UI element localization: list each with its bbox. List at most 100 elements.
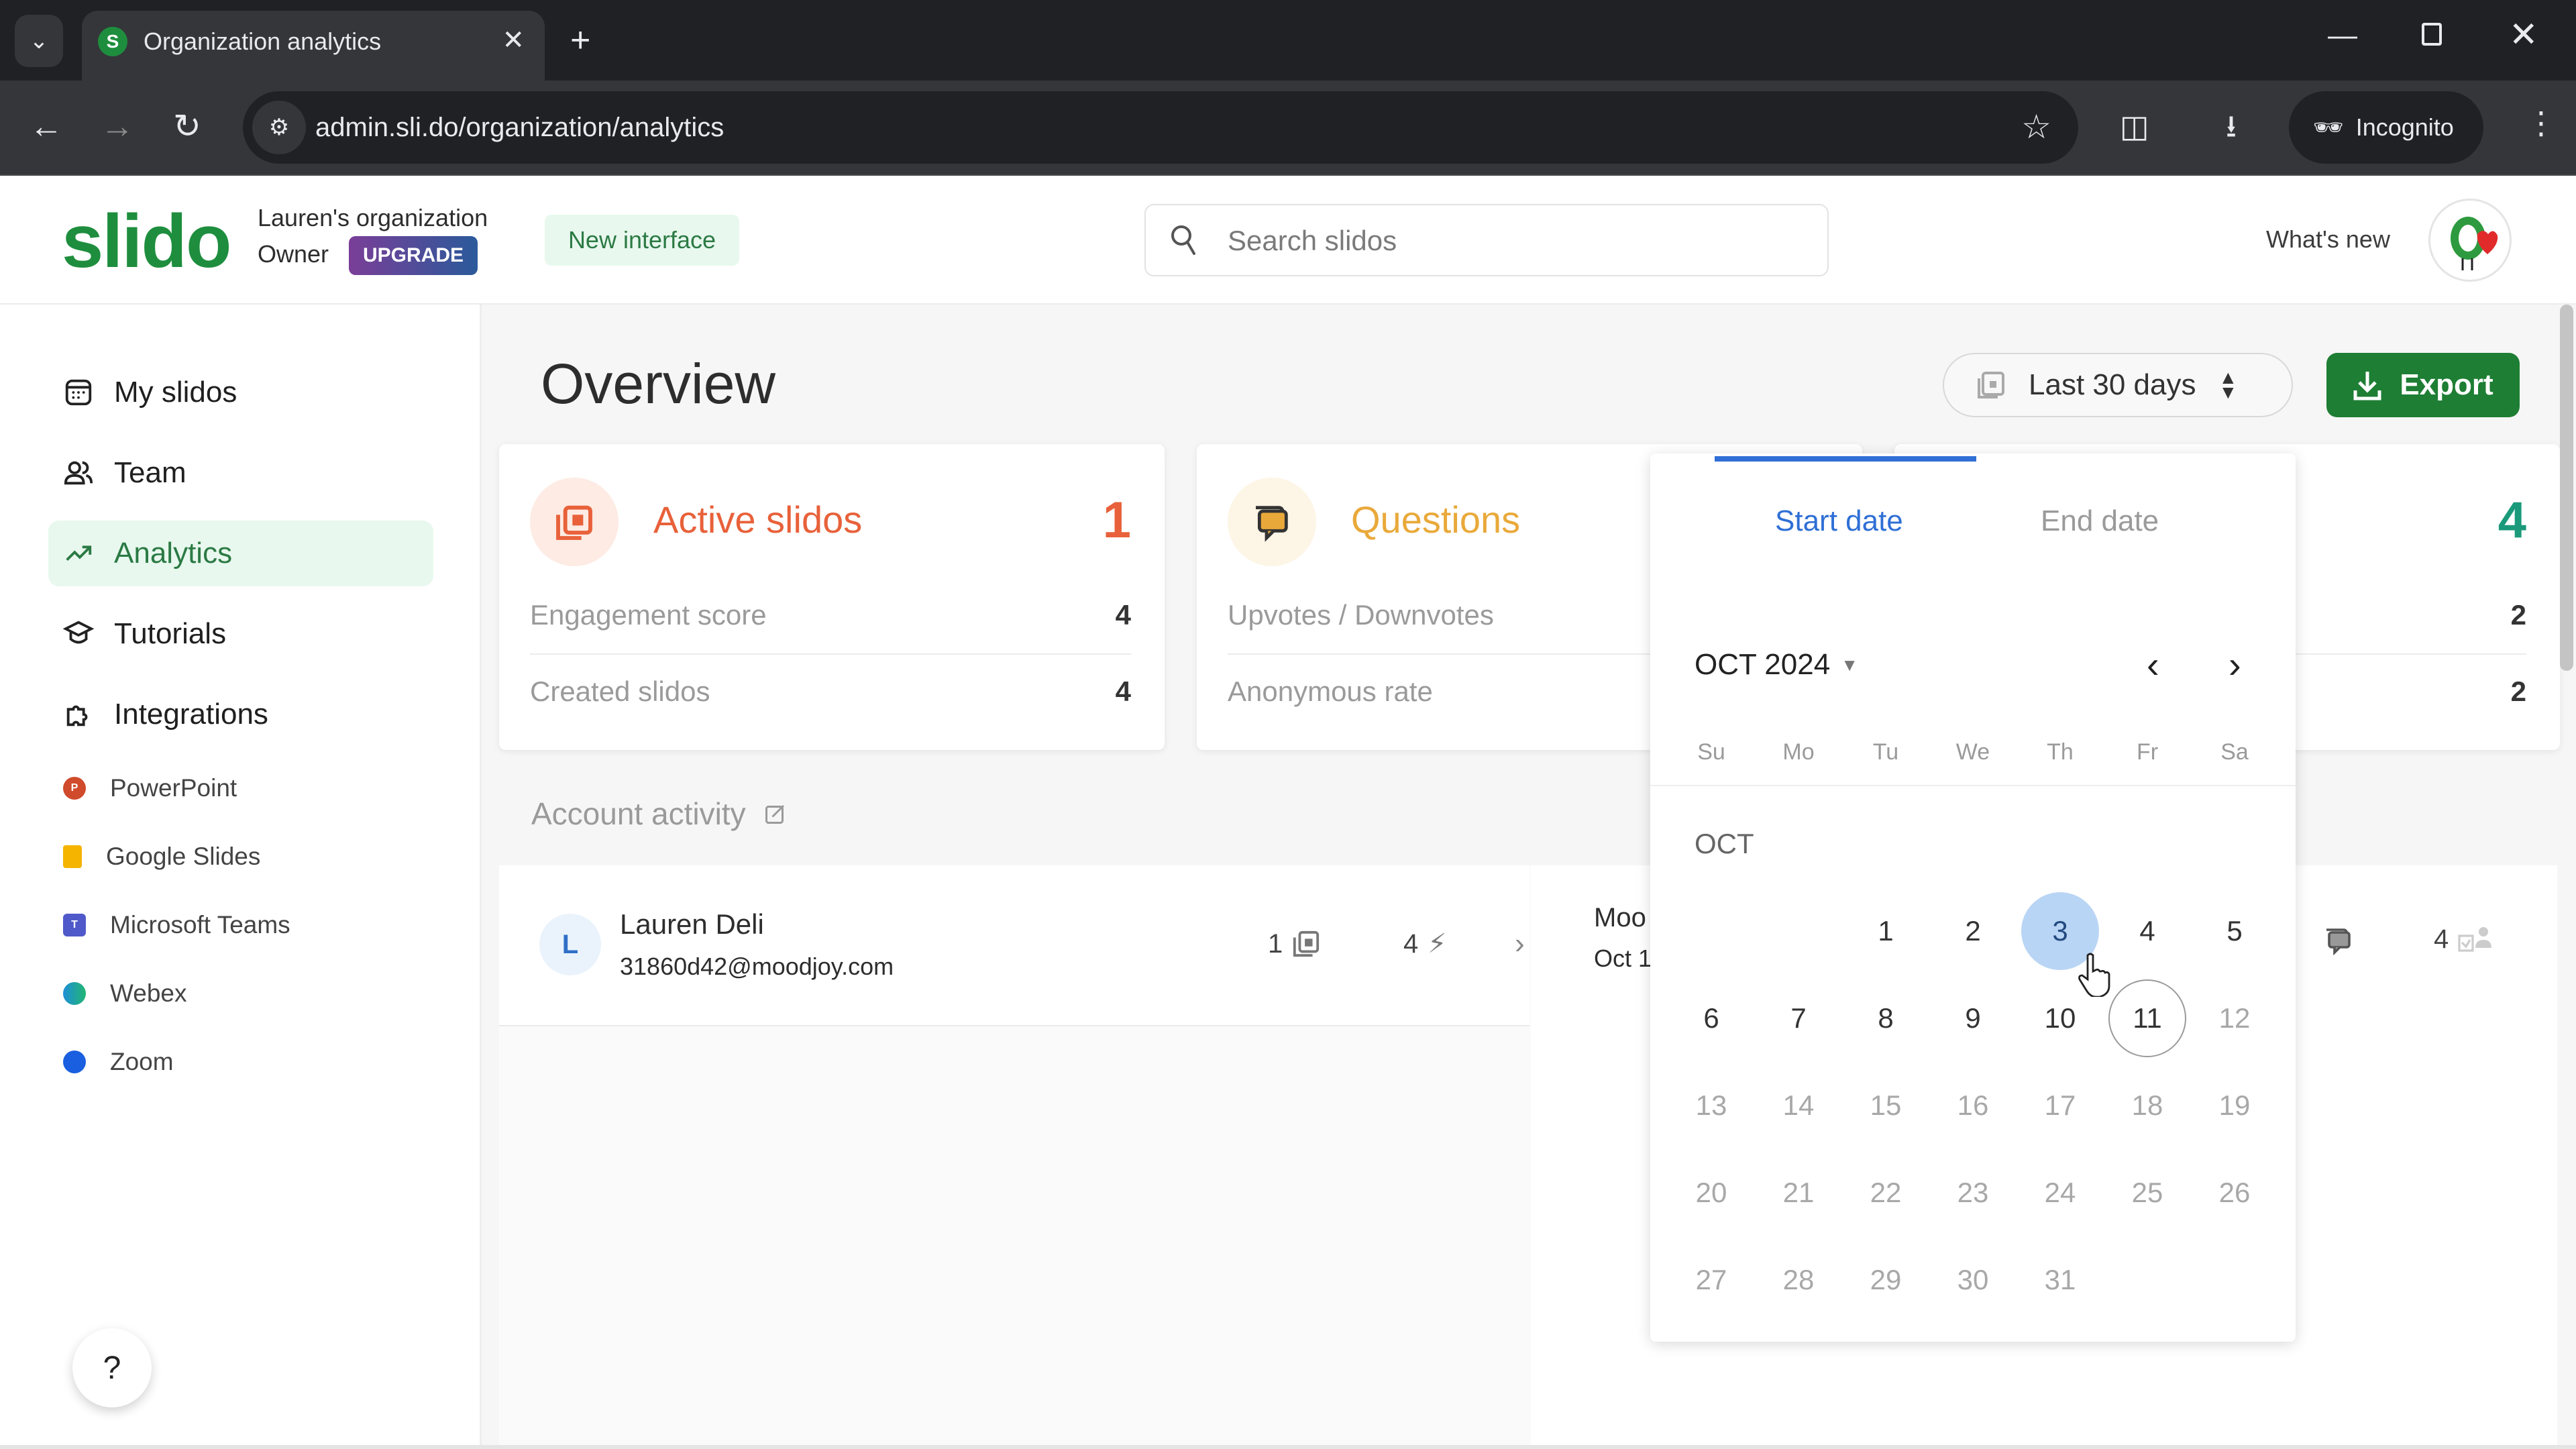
- horizontal-scrollbar[interactable]: [0, 1445, 2576, 1449]
- new-interface-badge[interactable]: New interface: [545, 215, 739, 266]
- reload-icon[interactable]: ↻: [173, 106, 201, 146]
- sidebar-item-label: My slidos: [114, 376, 237, 409]
- integration-powerpoint[interactable]: P PowerPoint: [63, 774, 237, 802]
- questions-count: [2322, 924, 2355, 957]
- minimize-icon[interactable]: —: [2328, 19, 2357, 52]
- activity-heading-label: Account activity: [531, 796, 746, 831]
- help-button[interactable]: ?: [72, 1328, 152, 1407]
- month-year-label: OCT 2024: [1695, 648, 1831, 681]
- integration-microsoft-teams[interactable]: T Microsoft Teams: [63, 911, 290, 939]
- extensions-icon[interactable]: ◫: [2120, 107, 2149, 145]
- day-cell[interactable]: 6: [1672, 979, 1750, 1057]
- powerpoint-icon: P: [63, 777, 86, 800]
- incognito-icon: 🕶: [2313, 113, 2344, 141]
- export-button[interactable]: Export: [2326, 353, 2520, 417]
- chevron-down-icon: ⌄: [29, 28, 49, 54]
- day-cell: 23: [1957, 1177, 1989, 1208]
- integration-zoom[interactable]: Zoom: [63, 1048, 174, 1076]
- browser-menu-icon[interactable]: ⋮: [2526, 105, 2557, 141]
- day-cell: 18: [2131, 1089, 2163, 1121]
- stat-row: Engagement score 4: [530, 578, 1131, 652]
- day-cell: 30: [1957, 1264, 1989, 1295]
- upgrade-button[interactable]: UPGRADE: [349, 236, 478, 275]
- puzzle-icon: [66, 705, 88, 727]
- day-cell[interactable]: 5: [2196, 892, 2273, 970]
- engagement-count-value: 4: [1403, 928, 1419, 959]
- day-cell[interactable]: 1: [1847, 892, 1925, 970]
- day-cell[interactable]: 7: [1760, 979, 1837, 1057]
- tab-search-button[interactable]: ⌄: [15, 15, 63, 67]
- user-role: Owner: [258, 240, 329, 268]
- sidebar-item-integrations[interactable]: Integrations: [48, 682, 433, 747]
- browser-toolbar: ← → ↻ ⚙ admin.sli.do/organization/analyt…: [0, 80, 2576, 176]
- stat-label: Upvotes / Downvotes: [1228, 599, 1494, 631]
- avatar-image-icon: [2451, 217, 2498, 270]
- chevron-right-icon[interactable]: ›: [1515, 927, 1525, 961]
- back-arrow-icon[interactable]: ←: [30, 106, 63, 146]
- tab-start-date[interactable]: Start date: [1775, 504, 1903, 538]
- day-cell[interactable]: 9: [1934, 979, 2012, 1057]
- calendar-icon: [1978, 372, 2004, 398]
- next-month-icon[interactable]: ›: [2229, 643, 2241, 686]
- sidebar-item-label: Analytics: [114, 537, 233, 570]
- whats-new-link[interactable]: What's new: [2266, 225, 2390, 254]
- integration-google-slides[interactable]: Google Slides: [63, 843, 260, 871]
- stat-label: Anonymous rate: [1228, 676, 1433, 707]
- date-picker-popup: Start date End date OCT 2024 ▼ ‹ › Su Mo T…: [1650, 453, 2296, 1342]
- previous-month-icon[interactable]: ‹: [2147, 643, 2159, 686]
- day-cell: 15: [1870, 1089, 1902, 1121]
- new-tab-icon[interactable]: +: [570, 20, 590, 60]
- sidebar-item-analytics[interactable]: Analytics: [48, 521, 433, 586]
- slido-event-icon: [1293, 930, 1320, 957]
- day-cell[interactable]: 8: [1847, 979, 1925, 1057]
- sidebar-item-tutorials[interactable]: Tutorials: [48, 601, 433, 667]
- close-tab-icon[interactable]: ✕: [502, 25, 525, 55]
- month-year-select[interactable]: OCT 2024 ▼: [1695, 648, 1858, 682]
- restore-icon[interactable]: [2422, 23, 2442, 46]
- stat-label: Created slidos: [530, 676, 710, 707]
- day-cell: 14: [1782, 1089, 1815, 1121]
- weekday-label: Tu: [1872, 739, 1899, 765]
- integration-label: Google Slides: [106, 843, 261, 870]
- user-name: Lauren Deli: [620, 908, 764, 940]
- incognito-badge[interactable]: 🕶 Incognito: [2289, 91, 2483, 164]
- hand-cursor-icon: [2078, 953, 2110, 997]
- account-activity-heading[interactable]: Account activity: [531, 796, 788, 832]
- tab-title: Organization analytics: [144, 28, 382, 55]
- bookmark-star-icon[interactable]: ☆: [2021, 107, 2051, 146]
- day-cell[interactable]: 2: [1934, 892, 2012, 970]
- url-text[interactable]: admin.sli.do/organization/analytics: [315, 111, 724, 144]
- sidebar: My slidos Team Analytics Tutorials Integ…: [0, 305, 482, 1449]
- active-slidos-icon: [530, 478, 619, 566]
- weekday-label: Mo: [1782, 739, 1815, 765]
- search-input[interactable]: [1228, 219, 1805, 263]
- user-avatar[interactable]: [2428, 199, 2512, 282]
- questions-icon: [1228, 478, 1316, 566]
- vertical-scrollbar[interactable]: [2560, 305, 2573, 671]
- tab-end-date[interactable]: End date: [2041, 504, 2159, 538]
- day-today[interactable]: 11: [2108, 979, 2186, 1057]
- sidebar-item-my-slidos[interactable]: My slidos: [48, 360, 433, 425]
- forward-arrow-icon[interactable]: →: [101, 106, 134, 146]
- window-close-icon[interactable]: ✕: [2509, 15, 2538, 55]
- user-initial-avatar: L: [539, 914, 601, 975]
- site-info-icon[interactable]: ⚙: [252, 101, 306, 154]
- weekday-label: Sa: [2220, 739, 2249, 765]
- slido-logo[interactable]: slido: [62, 201, 231, 282]
- address-bar[interactable]: ⚙ admin.sli.do/organization/analytics ☆: [243, 91, 2078, 164]
- search-box[interactable]: [1144, 204, 1829, 276]
- integration-webex[interactable]: Webex: [63, 979, 187, 1008]
- sidebar-item-team[interactable]: Team: [48, 440, 433, 506]
- app-header: slido Lauren's organization Owner UPGRAD…: [0, 176, 2576, 305]
- caret-down-icon: ▼: [1841, 654, 1858, 675]
- incognito-label: Incognito: [2355, 113, 2454, 141]
- browser-tab-active[interactable]: S Organization analytics ✕: [82, 11, 545, 80]
- slidos-count: 1: [1268, 928, 1320, 959]
- download-icon[interactable]: ⭳: [2226, 107, 2237, 145]
- day-cell[interactable]: 4: [2108, 892, 2186, 970]
- external-link-icon: [765, 804, 784, 824]
- date-range-select[interactable]: Last 30 days ▲ ▼: [1943, 353, 2293, 417]
- day-cell: 19: [2218, 1089, 2251, 1121]
- activity-row[interactable]: L Lauren Deli 31860d42@moodjoy.com 1 4 ⚡…: [499, 865, 1529, 1026]
- questions-icon: [2326, 928, 2351, 956]
